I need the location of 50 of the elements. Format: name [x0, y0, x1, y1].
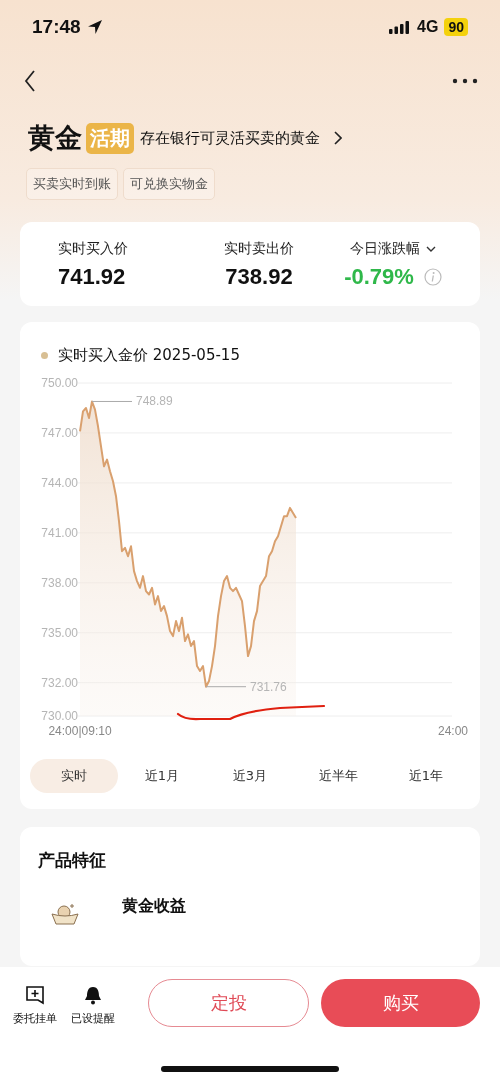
- y-axis-label: 747.00: [41, 425, 78, 440]
- auto-invest-button[interactable]: 定投: [148, 979, 309, 1027]
- network-label: 4G: [417, 18, 439, 36]
- title-badge: 活期: [86, 122, 134, 154]
- x-axis-label: 24:00: [437, 724, 468, 738]
- status-time: 17:48: [32, 16, 81, 38]
- price-label: 实时买入价: [58, 240, 128, 258]
- back-icon[interactable]: [24, 70, 36, 92]
- feature-tag: 可兑换实物金: [123, 168, 215, 200]
- price-label: 实时卖出价: [224, 240, 294, 258]
- range-tab[interactable]: 近半年: [294, 759, 382, 793]
- section-title: 产品特征: [38, 849, 107, 872]
- leader-line: [205, 686, 247, 688]
- y-axis-label: 738.00: [41, 575, 78, 590]
- action-label[interactable]: 已设提醒: [71, 1011, 115, 1026]
- y-axis-label: 741.00: [41, 525, 78, 540]
- price-annotation: 731.76: [250, 679, 287, 694]
- more-icon[interactable]: [452, 78, 478, 84]
- feature-title: 黄金收益: [122, 895, 186, 917]
- range-tab[interactable]: 实时: [30, 759, 118, 793]
- battery-level: 90: [444, 18, 468, 36]
- location-arrow-icon: [86, 19, 103, 35]
- price-value: -0.79%: [344, 264, 414, 290]
- x-axis-label: 24:00|09:10: [48, 724, 112, 738]
- legend-dot-icon: [41, 352, 48, 359]
- subtitle-link[interactable]: 存在银行可灵活买卖的黄金: [140, 128, 320, 148]
- leader-line: [91, 401, 133, 402]
- price-label: 今日涨跌幅: [350, 240, 420, 258]
- y-axis-label: 744.00: [41, 475, 78, 490]
- y-axis-label: 730.00: [41, 709, 78, 723]
- page-title: 黄金: [28, 121, 82, 155]
- ingot-icon: [50, 902, 80, 926]
- price-value: 738.92: [225, 264, 293, 290]
- add-order-icon[interactable]: [25, 985, 45, 1005]
- chevron-down-icon[interactable]: [426, 246, 436, 252]
- action-label[interactable]: 委托挂单: [13, 1011, 57, 1026]
- y-axis-label: 735.00: [41, 625, 78, 640]
- range-tab[interactable]: 近1月: [118, 759, 206, 793]
- feature-tag: 买卖实时到账: [26, 168, 118, 200]
- range-tab[interactable]: 近1年: [382, 759, 470, 793]
- signal-icon: [389, 20, 410, 34]
- bell-icon[interactable]: [83, 985, 103, 1005]
- y-axis-label: 732.00: [41, 675, 78, 690]
- range-tab[interactable]: 近3月: [206, 759, 294, 793]
- chart-legend: 实时买入金价 2025-05-15: [58, 346, 240, 365]
- price-value: 741.92: [58, 264, 126, 290]
- chevron-right-icon[interactable]: [334, 131, 342, 145]
- y-axis-label: 750.00: [41, 376, 78, 390]
- buy-button[interactable]: 购买: [321, 979, 480, 1027]
- price-annotation: 748.89: [136, 394, 173, 409]
